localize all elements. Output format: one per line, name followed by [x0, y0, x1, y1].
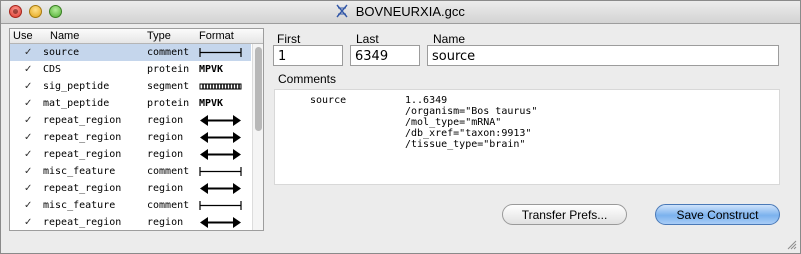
feature-name: repeat_region: [43, 132, 122, 143]
name-field[interactable]: source: [427, 45, 779, 66]
resize-grip-icon[interactable]: [787, 240, 797, 250]
comment-line: /tissue_type="brain": [405, 139, 526, 150]
feature-type: region: [147, 183, 184, 194]
double-arrow-format-icon: [199, 214, 243, 230]
comments-label: Comments: [278, 72, 337, 86]
double-arrow-format-icon: [199, 180, 243, 197]
double-arrow-format-icon: [199, 146, 243, 163]
table-rows: ✓ source comment ✓ CDS protein MPVK ✓ sig_peptid…: [10, 44, 251, 230]
table-row[interactable]: ✓ misc_feature comment: [10, 197, 251, 214]
comment-line: /db_xref="taxon:9913": [405, 128, 532, 139]
window-title: BOVNEURXIA.gcc: [355, 4, 465, 19]
bar-format-icon: [199, 44, 243, 61]
feature-type: region: [147, 217, 184, 228]
table-row[interactable]: ✓ mat_peptide protein MPVK: [10, 95, 251, 112]
first-label: First: [277, 32, 301, 46]
feature-table: Use Name Type Format ✓ source comment ✓ CDS p…: [9, 28, 264, 231]
title-bar: BOVNEURXIA.gcc: [1, 1, 800, 24]
table-row[interactable]: ✓ misc_feature comment: [10, 163, 251, 180]
feature-name: repeat_region: [43, 149, 122, 160]
column-use[interactable]: Use: [13, 30, 33, 42]
scrollbar-thumb[interactable]: [255, 47, 262, 131]
feature-type: comment: [147, 200, 190, 211]
table-row[interactable]: ✓ repeat_region region: [10, 129, 251, 146]
feature-type: comment: [147, 47, 190, 58]
use-checkbox[interactable]: ✓: [24, 197, 32, 214]
feature-name: sig_peptide: [43, 81, 110, 92]
table-row[interactable]: ✓ repeat_region region: [10, 112, 251, 129]
feature-name: misc_feature: [43, 166, 116, 177]
bar-format-icon: [199, 197, 243, 214]
format-text: MPVK: [199, 64, 224, 75]
feature-type: segment: [147, 81, 190, 92]
comment-lines: 1..6349/organism="Bos taurus"/mol_type="…: [405, 95, 537, 150]
name-label: Name: [433, 32, 466, 46]
bar-format-icon: [199, 163, 243, 180]
table-row[interactable]: ✓ repeat_region region: [10, 180, 251, 197]
last-field[interactable]: 6349: [350, 45, 420, 66]
feature-type: protein: [147, 98, 190, 109]
use-checkbox[interactable]: ✓: [24, 95, 32, 112]
first-field[interactable]: 1: [273, 45, 343, 66]
feature-type: region: [147, 115, 184, 126]
transfer-prefs-button[interactable]: Transfer Prefs...: [502, 204, 627, 225]
feature-name: repeat_region: [43, 115, 122, 126]
table-row[interactable]: ✓ repeat_region region: [10, 146, 251, 163]
comments-box[interactable]: source 1..6349/organism="Bos taurus"/mol…: [274, 89, 780, 185]
feature-name: repeat_region: [43, 217, 122, 228]
format-text: MPVK: [199, 98, 224, 109]
use-checkbox[interactable]: ✓: [24, 112, 32, 129]
last-label: Last: [356, 32, 379, 46]
double-arrow-format-icon: [199, 112, 243, 129]
comment-line: 1..6349: [405, 95, 448, 106]
use-checkbox[interactable]: ✓: [24, 163, 32, 180]
feature-type: region: [147, 149, 184, 160]
double-arrow-format-icon: [199, 129, 243, 146]
feature-name: CDS: [43, 64, 62, 75]
table-row[interactable]: ✓ sig_peptide segment: [10, 78, 251, 95]
feature-name: misc_feature: [43, 200, 116, 211]
use-checkbox[interactable]: ✓: [24, 129, 32, 146]
table-row[interactable]: ✓ source comment: [10, 44, 251, 61]
feature-type: comment: [147, 166, 190, 177]
use-checkbox[interactable]: ✓: [24, 44, 32, 61]
column-name[interactable]: Name: [50, 30, 79, 42]
main-window: BOVNEURXIA.gcc Use Name Type Format ✓ sou…: [0, 0, 801, 254]
comment-line: /mol_type="mRNA": [405, 117, 502, 128]
feature-type: region: [147, 132, 184, 143]
table-scrollbar[interactable]: [252, 44, 263, 230]
feature-name: source: [43, 47, 80, 58]
comment-line: /organism="Bos taurus": [405, 106, 538, 117]
use-checkbox[interactable]: ✓: [24, 78, 32, 95]
use-checkbox[interactable]: ✓: [24, 180, 32, 197]
feature-name: mat_peptide: [43, 98, 110, 109]
document-icon: [336, 4, 348, 18]
feature-type: protein: [147, 64, 190, 75]
use-checkbox[interactable]: ✓: [24, 214, 32, 230]
use-checkbox[interactable]: ✓: [24, 146, 32, 163]
segmented-format-icon: [199, 78, 243, 95]
column-format[interactable]: Format: [199, 30, 234, 42]
column-type[interactable]: Type: [147, 30, 171, 42]
comment-key: source: [310, 95, 347, 106]
table-header: Use Name Type Format: [10, 29, 263, 44]
feature-name: repeat_region: [43, 183, 122, 194]
table-row[interactable]: ✓ repeat_region region: [10, 214, 251, 230]
table-row[interactable]: ✓ CDS protein MPVK: [10, 61, 251, 78]
use-checkbox[interactable]: ✓: [24, 61, 32, 78]
save-construct-button[interactable]: Save Construct: [655, 204, 780, 225]
